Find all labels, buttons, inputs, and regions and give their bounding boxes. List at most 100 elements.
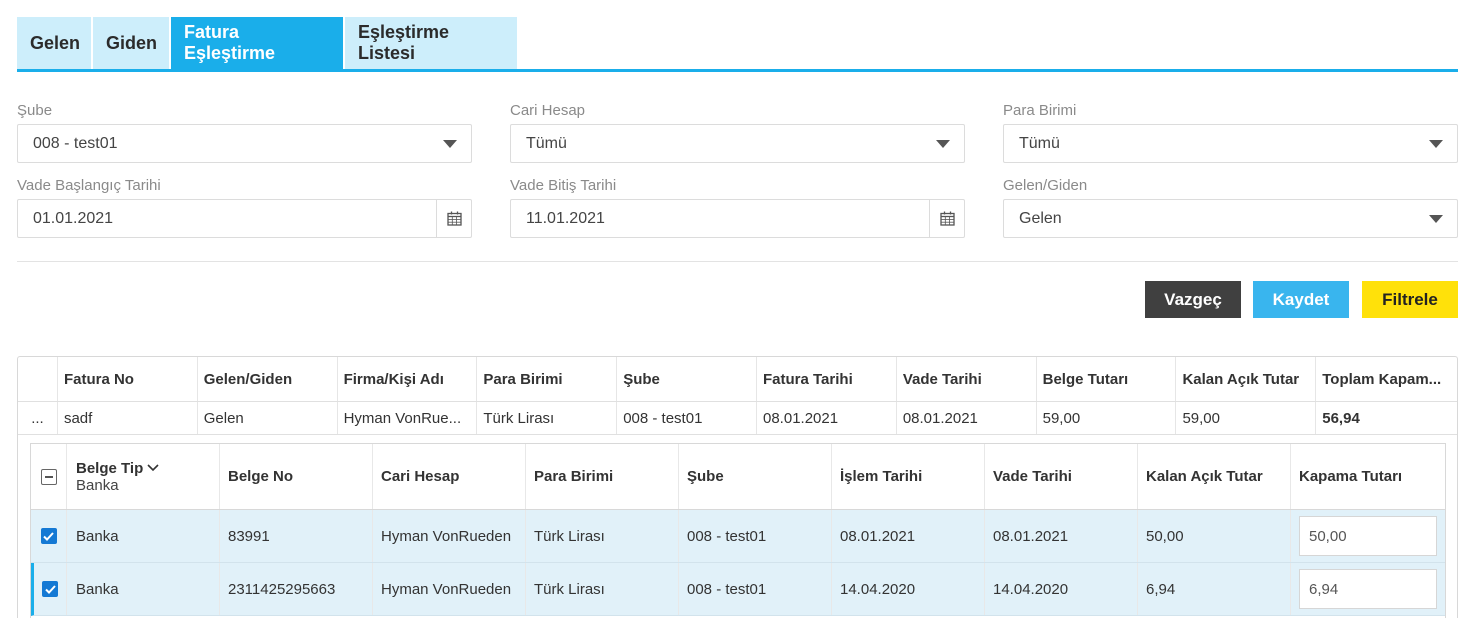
- cell-belge-tip: Banka: [67, 510, 220, 562]
- select-all-checkbox[interactable]: [31, 444, 67, 509]
- col-islem-tarihi[interactable]: İşlem Tarihi: [832, 444, 985, 509]
- col-cari-hesap[interactable]: Cari Hesap: [373, 444, 526, 509]
- col-firma[interactable]: Firma/Kişi Adı: [338, 357, 478, 401]
- checkmark-icon: [42, 581, 58, 597]
- checkmark-icon: [40, 528, 57, 544]
- col-belge-tutari[interactable]: Belge Tutarı: [1037, 357, 1177, 401]
- col-kapama-tutari[interactable]: Kapama Tutarı: [1291, 444, 1443, 509]
- para-birimi-select[interactable]: Tümü: [1003, 124, 1458, 163]
- kapama-tutari-input[interactable]: 6,94: [1299, 569, 1437, 609]
- vade-baslangic-value: 01.01.2021: [33, 209, 114, 227]
- vade-bitis-input[interactable]: 11.01.2021: [510, 199, 965, 238]
- col-para-birimi[interactable]: Para Birimi: [477, 357, 618, 401]
- chevron-down-icon: [1429, 215, 1443, 223]
- vade-baslangic-label: Vade Başlangıç Tarihi: [17, 177, 161, 194]
- cari-hesap-field: Cari Hesap Tümü: [510, 101, 965, 163]
- cell-belge-no: 2311425295663: [220, 563, 373, 615]
- para-birimi-field: Para Birimi Tümü: [1003, 101, 1458, 163]
- cell-gelen-giden: Gelen: [198, 402, 338, 434]
- col-vade-tarihi[interactable]: Vade Tarihi: [985, 444, 1138, 509]
- vade-bitis-value: 11.01.2021: [526, 209, 605, 227]
- cell-cari-hesap: Hyman VonRueden: [373, 563, 526, 615]
- cell-para-birimi: Türk Lirası: [526, 510, 679, 562]
- cell-islem-tarihi: 08.01.2021: [832, 510, 985, 562]
- cell-vade-tarihi: 14.04.2020: [985, 563, 1138, 615]
- sube-select[interactable]: 008 - test01: [17, 124, 472, 163]
- col-sube[interactable]: Şube: [617, 357, 757, 401]
- cell-islem-tarihi: 14.04.2020: [832, 563, 985, 615]
- cancel-button[interactable]: Vazgeç: [1145, 281, 1241, 318]
- cari-hesap-label: Cari Hesap: [510, 102, 586, 119]
- col-kalan-acik-tutar[interactable]: Kalan Açık Tutar: [1138, 444, 1291, 509]
- chevron-down-icon: [1429, 140, 1443, 148]
- col-gelen-giden[interactable]: Gelen/Giden: [198, 357, 338, 401]
- cell-sube: 008 - test01: [617, 402, 757, 434]
- gelen-giden-select[interactable]: Gelen: [1003, 199, 1458, 238]
- tab-eslestirme-listesi[interactable]: Eşleştirme Listesi: [345, 17, 517, 69]
- cell-sube: 008 - test01: [679, 563, 832, 615]
- col-fatura-tarihi[interactable]: Fatura Tarihi: [757, 357, 897, 401]
- tab-giden[interactable]: Giden: [93, 17, 169, 69]
- invoice-grid: Fatura No Gelen/Giden Firma/Kişi Adı Par…: [17, 356, 1458, 618]
- col-sube[interactable]: Şube: [679, 444, 832, 509]
- save-button[interactable]: Kaydet: [1253, 281, 1349, 318]
- cell-fatura-tarihi: 08.01.2021: [757, 402, 897, 434]
- cell-kapama-tutari: 6,94: [1291, 563, 1443, 615]
- calendar-icon[interactable]: [929, 200, 964, 237]
- vade-bitis-field: Vade Bitiş Tarihi 11.01.2021: [510, 176, 965, 238]
- table-row[interactable]: Banka 2311425295663 Hyman VonRueden Türk…: [31, 563, 1445, 616]
- cell-para-birimi: Türk Lirası: [526, 563, 679, 615]
- calendar-icon[interactable]: [436, 200, 471, 237]
- cell-kalan-acik-tutar: 50,00: [1138, 510, 1291, 562]
- row-checkbox[interactable]: [34, 563, 67, 615]
- divider: [17, 261, 1458, 262]
- expand-button[interactable]: ...: [18, 402, 58, 434]
- col-belge-no[interactable]: Belge No: [220, 444, 373, 509]
- chevron-down-icon: [936, 140, 950, 148]
- expander-header: [18, 357, 58, 401]
- filter-button[interactable]: Filtrele: [1362, 281, 1458, 318]
- cell-cari-hesap: Hyman VonRueden: [373, 510, 526, 562]
- sube-field: Şube 008 - test01: [17, 101, 472, 163]
- sube-value: 008 - test01: [33, 134, 118, 152]
- cell-toplam-kapama: 56,94: [1322, 409, 1360, 427]
- para-birimi-value: Tümü: [1019, 134, 1060, 152]
- cell-sube: 008 - test01: [679, 510, 832, 562]
- cell-kalan-acik-tutar: 6,94: [1138, 563, 1291, 615]
- tab-underline: [17, 69, 1458, 72]
- grid-header: Fatura No Gelen/Giden Firma/Kişi Adı Par…: [18, 357, 1457, 402]
- cell-kalan-acik-tutar: 59,00: [1176, 402, 1317, 434]
- row-checkbox[interactable]: [31, 510, 67, 562]
- sube-label: Şube: [17, 102, 53, 119]
- detail-header: Belge Tip Banka Belge No Cari Hesap Para…: [31, 444, 1445, 510]
- chevron-down-icon: [147, 464, 159, 472]
- vade-baslangic-input[interactable]: 01.01.2021: [17, 199, 472, 238]
- cell-para-birimi: Türk Lirası: [477, 402, 618, 434]
- detail-grid: Belge Tip Banka Belge No Cari Hesap Para…: [30, 443, 1446, 618]
- col-fatura-no[interactable]: Fatura No: [58, 357, 198, 401]
- cari-hesap-select[interactable]: Tümü: [510, 124, 965, 163]
- cell-belge-tutari: 59,00: [1037, 402, 1177, 434]
- col-belge-tip[interactable]: Belge Tip Banka: [67, 444, 220, 509]
- tab-gelen[interactable]: Gelen: [17, 17, 91, 69]
- cell-vade-tarihi: 08.01.2021: [985, 510, 1138, 562]
- col-toplam-kapama[interactable]: Toplam Kapam...: [1316, 357, 1457, 401]
- table-row[interactable]: ... sadf Gelen Hyman VonRue... Türk Lira…: [18, 402, 1457, 435]
- kapama-tutari-input[interactable]: 50,00: [1299, 516, 1437, 556]
- gelen-giden-label: Gelen/Giden: [1003, 177, 1088, 194]
- col-kalan-acik-tutar[interactable]: Kalan Açık Tutar: [1176, 357, 1317, 401]
- belge-tip-label: Belge Tip: [76, 459, 144, 477]
- cell-belge-tip: Banka: [67, 563, 220, 615]
- vade-bitis-label: Vade Bitiş Tarihi: [510, 177, 617, 194]
- chevron-down-icon: [443, 140, 457, 148]
- table-row[interactable]: Banka 83991 Hyman VonRueden Türk Lirası …: [31, 510, 1445, 563]
- para-birimi-label: Para Birimi: [1003, 102, 1077, 119]
- gelen-giden-field: Gelen/Giden Gelen: [1003, 176, 1458, 238]
- cell-kapama-tutari: 50,00: [1291, 510, 1443, 562]
- col-para-birimi[interactable]: Para Birimi: [526, 444, 679, 509]
- cell-belge-no: 83991: [220, 510, 373, 562]
- cell-vade-tarihi: 08.01.2021: [897, 402, 1037, 434]
- col-vade-tarihi[interactable]: Vade Tarihi: [897, 357, 1037, 401]
- belge-tip-group-value: Banka: [76, 476, 119, 494]
- tab-fatura-eslestirme[interactable]: Fatura Eşleştirme: [171, 17, 343, 69]
